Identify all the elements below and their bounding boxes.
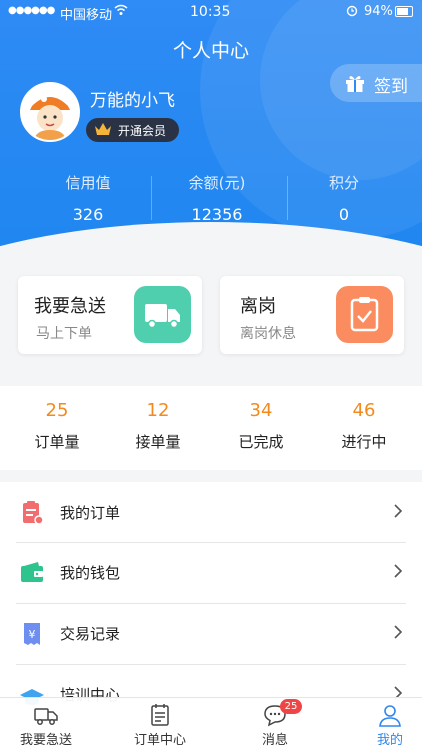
tab-order-center[interactable]: 订单中心 (110, 698, 210, 751)
chevron-right-icon (393, 563, 403, 583)
count-value: 46 (352, 400, 376, 421)
clipboard-check-icon (336, 286, 393, 343)
chevron-right-icon (393, 624, 403, 644)
alarm-icon (346, 3, 358, 20)
username: 万能的小飞 (90, 91, 175, 111)
page-title: 个人中心 (172, 40, 249, 62)
message-badge: 25 (280, 699, 302, 714)
calendar-list-icon (147, 702, 173, 728)
menu-item-orders[interactable]: 我的订单 (0, 483, 422, 543)
menu-label: 交易记录 (60, 625, 121, 643)
tab-label: 我的 (376, 733, 403, 748)
card-subtitle: 马上下单 (36, 326, 92, 342)
chevron-right-icon (393, 503, 403, 523)
stat-points[interactable]: 积分 0 (284, 172, 404, 224)
stat-balance[interactable]: 余额(元) 12356 (157, 172, 277, 224)
count-orders[interactable]: 25 订单量 (7, 400, 107, 452)
card-title: 离岗 (240, 296, 276, 317)
clock: 10:35 (190, 4, 231, 20)
count-label: 接单量 (135, 433, 181, 451)
truck-icon (134, 286, 191, 343)
count-accepted[interactable]: 12 接单量 (108, 400, 208, 452)
gift-icon (344, 72, 366, 99)
vip-badge[interactable]: 开通会员 (86, 118, 179, 142)
avatar[interactable] (20, 82, 80, 142)
signin-button[interactable]: 签到 (330, 64, 422, 102)
urgent-delivery-card[interactable]: 我要急送 马上下单 (18, 276, 202, 354)
menu-item-transactions[interactable]: ¥ 交易记录 (0, 604, 422, 664)
carrier-name: 中国移动 (60, 8, 113, 23)
signal-icon: ●●●●●● (8, 5, 55, 16)
count-label: 进行中 (341, 433, 387, 451)
tab-messages[interactable]: 25 消息 (225, 698, 325, 751)
svg-text:¥: ¥ (29, 628, 36, 641)
count-completed[interactable]: 34 已完成 (211, 400, 311, 452)
menu-label: 我的钱包 (60, 564, 121, 582)
tab-bar: 我要急送 订单中心 25 消息 我的 (0, 697, 422, 751)
stat-divider (151, 176, 152, 220)
vip-label: 开通会员 (118, 124, 167, 138)
battery-icon (395, 6, 413, 17)
card-title: 我要急送 (34, 296, 106, 317)
tab-label: 消息 (261, 733, 288, 748)
wallet-icon (18, 559, 46, 587)
count-in-progress[interactable]: 46 进行中 (314, 400, 414, 452)
off-duty-card[interactable]: 离岗 离岗休息 (220, 276, 404, 354)
menu-item-wallet[interactable]: 我的钱包 (0, 543, 422, 603)
stat-label: 信用值 (65, 174, 111, 192)
order-doc-icon (18, 499, 46, 527)
profile-header: ●●●●●● 中国移动 10:35 94% 个人中心 签到 万能的小飞 开通会员… (0, 0, 422, 260)
stat-credit[interactable]: 信用值 326 (28, 172, 148, 224)
status-bar: ●●●●●● 中国移动 10:35 94% (0, 0, 422, 24)
tab-urgent-delivery[interactable]: 我要急送 (0, 698, 96, 751)
wifi-icon (114, 3, 128, 21)
count-value: 25 (45, 400, 69, 421)
person-icon (377, 702, 403, 728)
stat-value: 326 (72, 205, 104, 224)
stat-label: 积分 (328, 174, 359, 192)
count-label: 订单量 (34, 433, 80, 451)
count-label: 已完成 (238, 433, 284, 451)
stat-label: 余额(元) (188, 174, 246, 192)
truck-outline-icon (33, 702, 59, 728)
tab-me[interactable]: 我的 (340, 698, 422, 751)
card-subtitle: 离岗休息 (240, 326, 296, 342)
tab-label: 订单中心 (133, 733, 186, 748)
battery-percent: 94% (364, 4, 393, 19)
tab-label: 我要急送 (19, 733, 72, 748)
crown-icon (94, 122, 112, 141)
menu-label: 我的订单 (60, 504, 121, 522)
signin-label: 签到 (374, 77, 408, 97)
count-value: 12 (146, 400, 170, 421)
stat-value: 0 (338, 205, 350, 224)
transaction-yen-icon: ¥ (18, 620, 46, 648)
count-value: 34 (249, 400, 273, 421)
